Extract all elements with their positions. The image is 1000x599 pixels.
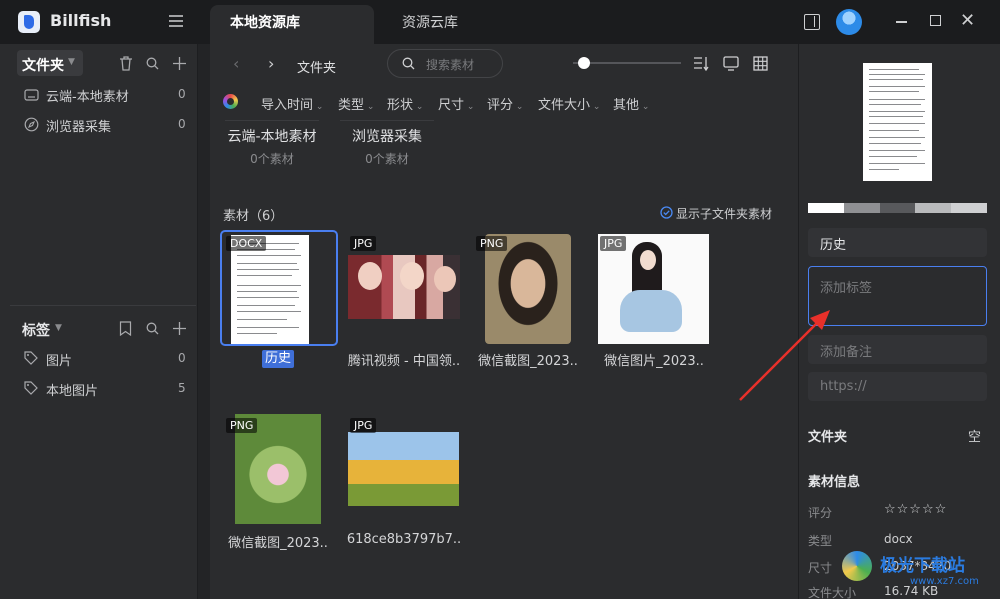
file-type-badge: PNG (226, 418, 258, 433)
menu-icon[interactable] (168, 13, 184, 29)
compass-icon (24, 117, 39, 132)
avatar[interactable] (836, 9, 862, 35)
rating-label: 评分 (808, 506, 833, 520)
asset-name[interactable]: 微信截图_2023.. (468, 350, 588, 369)
trash-icon[interactable] (119, 56, 133, 71)
minimize-icon[interactable] (896, 21, 907, 23)
asset-name-value: 历史 (820, 238, 847, 253)
red-arrow-annotation (739, 310, 830, 401)
add-folder-icon[interactable] (173, 57, 186, 70)
asset-name[interactable]: 微信图片_2023.. (594, 350, 714, 369)
asset-thumbnail-face (434, 266, 456, 292)
folder-label: 文件夹 (808, 430, 848, 445)
type-label: 类型 (808, 534, 833, 548)
maximize-icon[interactable] (930, 15, 941, 26)
forward-arrow-icon[interactable]: › (268, 54, 274, 73)
file-type-badge: PNG (476, 236, 508, 251)
folder-value[interactable]: 空 (968, 426, 981, 445)
file-type-badge: JPG (350, 418, 377, 433)
filter-type[interactable]: 类型 ⌄ (338, 94, 374, 113)
cloud-icon (24, 89, 39, 101)
tags-title[interactable]: 标签 (22, 320, 50, 340)
tag-count: 0 (178, 351, 186, 365)
grid-view-icon[interactable] (753, 56, 768, 71)
watermark-logo (842, 551, 872, 581)
asset-name[interactable]: 618ce8b3797b7.. (344, 532, 464, 547)
bookmark-icon[interactable] (119, 321, 132, 336)
asset-thumbnail-face (400, 262, 424, 290)
filter-shape[interactable]: 形状 ⌄ (387, 94, 423, 113)
file-size-label: 文件大小 (808, 586, 857, 599)
palette-swatch[interactable] (915, 203, 952, 213)
sidebar-item-browser-collect[interactable]: 浏览器采集 (46, 116, 111, 135)
sidebar-divider[interactable] (10, 305, 196, 306)
add-tag-icon[interactable] (173, 322, 186, 335)
tag-icon (24, 381, 38, 395)
check-circle-icon[interactable] (660, 206, 673, 219)
zoom-slider-handle[interactable] (578, 57, 590, 69)
sidebar-item-cloud-local[interactable]: 云端-本地素材 (46, 86, 129, 105)
subfolder-divider (225, 120, 319, 121)
asset-thumbnail-face (358, 262, 382, 290)
chevron-down-icon: ▼ (68, 57, 75, 67)
subfolder-divider (340, 120, 434, 121)
tag-count: 5 (178, 381, 186, 395)
search-icon[interactable] (146, 322, 159, 335)
search-icon[interactable] (146, 57, 159, 70)
breadcrumb[interactable]: 文件夹 (297, 57, 336, 76)
info-title: 素材信息 (808, 475, 861, 490)
subfolder-card[interactable]: 浏览器采集 0个素材 (340, 126, 434, 167)
watermark-url: www.xz7.com (910, 576, 979, 587)
asset-thumbnail (231, 235, 309, 344)
folder-count: 0 (178, 117, 186, 131)
tags-placeholder: 添加标签 (820, 281, 873, 296)
asset-preview (863, 63, 932, 181)
panel-toggle-icon[interactable] (804, 14, 820, 30)
filter-size[interactable]: 尺寸 ⌄ (438, 94, 474, 113)
asset-name[interactable]: 历史 (262, 350, 295, 368)
search-placeholder: 搜索素材 (426, 58, 475, 72)
filter-other[interactable]: 其他 ⌄ (613, 94, 649, 113)
watermark-text: 极光下载站 (880, 556, 965, 576)
asset-name[interactable]: 微信截图_2023.. (218, 532, 338, 551)
tab-local-library[interactable]: 本地资源库 (210, 5, 374, 44)
color-filter-icon[interactable] (223, 94, 238, 109)
billfish-logo-icon (18, 11, 40, 33)
asset-name[interactable]: 腾讯视频 - 中国领.. (344, 350, 464, 369)
chevron-down-icon: ▼ (55, 323, 62, 333)
palette-swatch[interactable] (951, 203, 987, 213)
close-icon[interactable]: ✕ (960, 10, 975, 31)
palette-swatch[interactable] (879, 203, 916, 213)
file-type-badge: DOCX (226, 236, 267, 251)
file-type-badge: JPG (350, 236, 377, 251)
sidebar-item-tag-images[interactable]: 图片 (46, 350, 72, 369)
sidebar-item-tag-local-images[interactable]: 本地图片 (46, 380, 98, 399)
size-label: 尺寸 (808, 561, 833, 575)
app-name: Billfish (50, 11, 112, 30)
type-value: docx (884, 532, 913, 546)
palette-swatch[interactable] (843, 203, 880, 213)
file-type-badge: JPG (600, 236, 627, 251)
sort-icon[interactable] (693, 56, 709, 71)
filter-rating[interactable]: 评分 ⌄ (487, 94, 523, 113)
filter-import-time[interactable]: 导入时间 ⌄ (261, 94, 323, 113)
asset-thumbnail (348, 432, 459, 506)
palette-swatch[interactable] (808, 203, 844, 213)
show-subfolder-assets[interactable]: 显示子文件夹素材 (676, 205, 772, 222)
tab-cloud-library[interactable]: 资源云库 (382, 5, 478, 44)
folders-title: 文件夹 (22, 58, 64, 74)
tag-icon (24, 351, 38, 365)
assets-count: 素材（6） (223, 209, 284, 224)
folder-count: 0 (178, 87, 186, 101)
preview-mode-icon[interactable] (723, 56, 739, 71)
search-icon (402, 57, 415, 70)
back-arrow-icon[interactable]: ‹ (233, 54, 239, 73)
subfolder-card[interactable]: 云端-本地素材 0个素材 (225, 126, 319, 167)
filter-file-size[interactable]: 文件大小 ⌄ (538, 94, 600, 113)
rating-stars[interactable]: ☆☆☆☆☆ (884, 502, 947, 517)
color-palette[interactable] (808, 203, 987, 213)
